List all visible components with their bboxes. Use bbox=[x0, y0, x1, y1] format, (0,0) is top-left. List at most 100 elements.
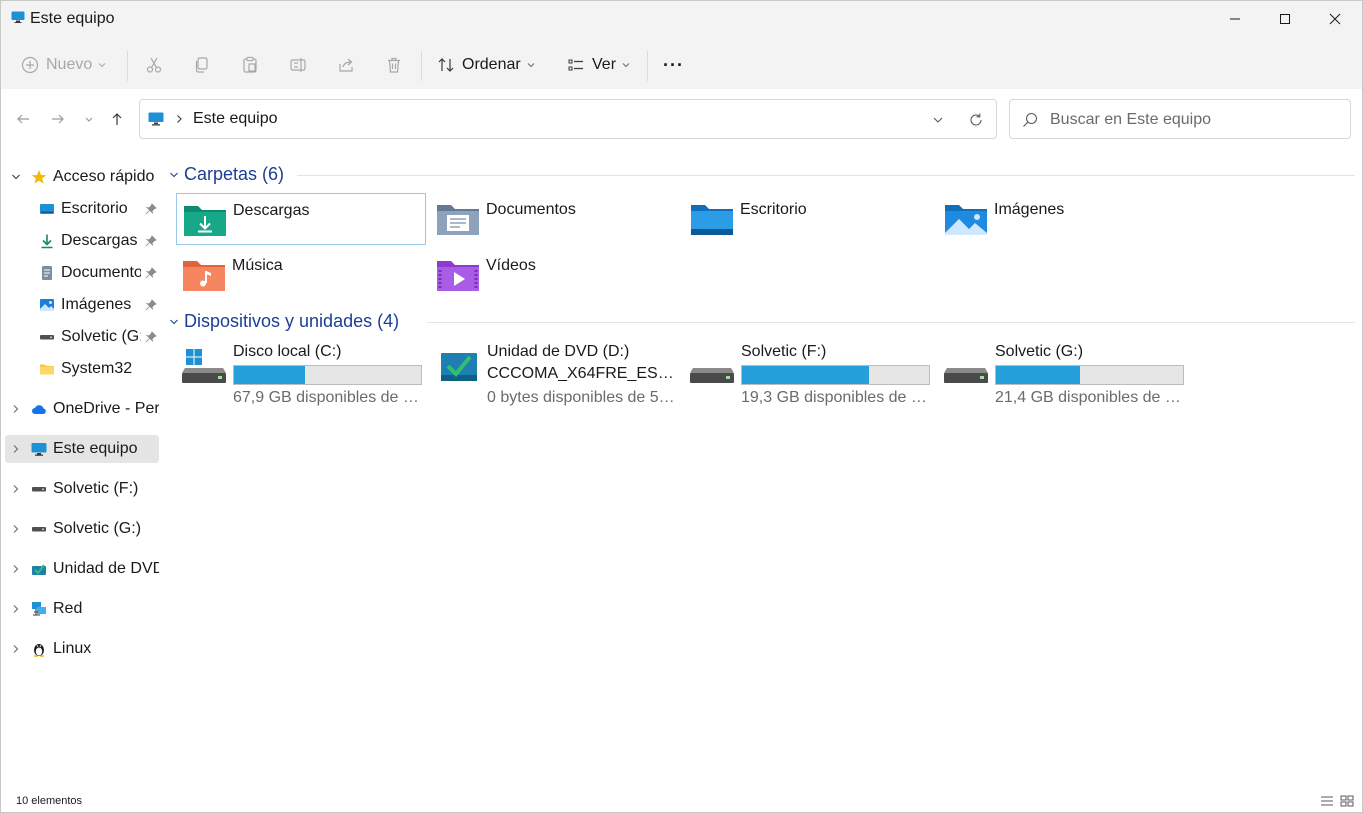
sidebar-item-desktop[interactable]: Escritorio bbox=[5, 195, 159, 223]
search-input[interactable] bbox=[1050, 108, 1340, 132]
content-pane: Carpetas (6) Descargas Documentos Escrit… bbox=[169, 149, 1359, 789]
plus-circle-icon bbox=[21, 56, 39, 74]
rename-button[interactable] bbox=[289, 47, 307, 83]
details-view-icon[interactable] bbox=[1320, 795, 1334, 807]
search-box[interactable] bbox=[1009, 99, 1351, 139]
sidebar-item-solvetic-g[interactable]: Solvetic (G:) bbox=[5, 515, 159, 543]
item-count: 10 elementos bbox=[16, 795, 83, 807]
copy-button[interactable] bbox=[193, 47, 211, 83]
sidebar-item-downloads[interactable]: Descargas bbox=[5, 227, 159, 255]
refresh-icon[interactable] bbox=[968, 112, 984, 128]
more-options-icon: ··· bbox=[663, 54, 684, 75]
pictures-icon bbox=[40, 299, 54, 311]
more-options-button[interactable]: ··· bbox=[663, 47, 684, 83]
sidebar-item-label: Solvetic (G:) bbox=[53, 520, 142, 537]
chevron-right-icon[interactable] bbox=[11, 404, 21, 414]
folder-tile-downloads[interactable]: Descargas bbox=[176, 193, 426, 245]
folder-tile-documents[interactable]: Documentos bbox=[430, 193, 680, 245]
forward-button[interactable] bbox=[48, 109, 68, 129]
chevron-right-icon[interactable] bbox=[11, 524, 21, 534]
maximize-button[interactable] bbox=[1260, 1, 1310, 37]
chevron-right-icon[interactable] bbox=[11, 484, 21, 494]
address-bar[interactable]: Este equipo bbox=[139, 99, 997, 139]
up-button[interactable] bbox=[107, 109, 127, 129]
tiles-view-icon[interactable] bbox=[1340, 795, 1354, 807]
recent-locations-button[interactable] bbox=[79, 109, 99, 129]
chevron-down-icon bbox=[170, 319, 178, 325]
chevron-down-icon bbox=[622, 63, 630, 68]
navigation-pane: Acceso rápido Escritorio Descargas Docum… bbox=[1, 149, 161, 789]
sidebar-item-label: Imágenes bbox=[61, 296, 132, 313]
folder-tile-music[interactable]: Música bbox=[176, 249, 426, 301]
chevron-down-icon bbox=[170, 172, 178, 178]
folders-group-header[interactable]: Carpetas (6) bbox=[169, 162, 1355, 188]
folder-tile-pictures[interactable]: Imágenes bbox=[938, 193, 1188, 245]
share-button[interactable] bbox=[337, 47, 355, 83]
close-icon bbox=[1329, 13, 1341, 25]
pictures-folder-icon bbox=[945, 205, 987, 235]
new-button[interactable]: Nuevo bbox=[21, 47, 106, 83]
download-icon bbox=[41, 234, 53, 249]
sidebar-item-label: Descargas bbox=[61, 232, 138, 249]
group-title: Dispositivos y unidades (4) bbox=[184, 311, 400, 331]
folder-tile-desktop[interactable]: Escritorio bbox=[684, 193, 934, 245]
chevron-right-icon[interactable] bbox=[11, 564, 21, 574]
cloud-icon bbox=[32, 405, 46, 414]
tile-label: Descargas bbox=[233, 202, 310, 219]
drive-tile-f[interactable]: Solvetic (F:) 19,3 GB disponibles de 63,… bbox=[685, 343, 935, 407]
sidebar-item-solvetic-f[interactable]: Solvetic (F:) bbox=[5, 475, 159, 503]
back-button[interactable] bbox=[13, 109, 33, 129]
drive-icon bbox=[32, 487, 46, 492]
sidebar-item-dvd-drive[interactable]: Unidad de DVD (D:) bbox=[5, 555, 159, 583]
sidebar-item-documents[interactable]: Documentos bbox=[5, 259, 159, 287]
chevron-right-icon[interactable] bbox=[11, 604, 21, 614]
windows-drive-icon bbox=[182, 349, 226, 383]
close-button[interactable] bbox=[1310, 1, 1360, 37]
chevron-down-icon bbox=[98, 63, 106, 68]
toolbar-separator bbox=[647, 51, 648, 81]
view-button[interactable]: Ver bbox=[567, 47, 630, 83]
drive-free-space: 21,4 GB disponibles de 31,5 GB bbox=[995, 389, 1185, 406]
chevron-down-icon[interactable] bbox=[932, 114, 944, 126]
drive-tile-c[interactable]: Disco local (C:) 67,9 GB disponibles de … bbox=[177, 343, 427, 407]
tile-label: Imágenes bbox=[994, 201, 1065, 218]
drive-free-space: 0 bytes disponibles de 5,14 GB bbox=[487, 389, 677, 406]
sidebar-item-quick-access[interactable]: Acceso rápido bbox=[5, 163, 159, 191]
new-label: Nuevo bbox=[46, 56, 93, 73]
paste-button[interactable] bbox=[241, 47, 259, 83]
breadcrumb-this-pc[interactable]: Este equipo bbox=[193, 110, 278, 128]
sidebar-item-label: Escritorio bbox=[61, 200, 128, 217]
cut-button[interactable] bbox=[145, 47, 163, 83]
sidebar-item-onedrive[interactable]: OneDrive - Personal bbox=[5, 395, 159, 423]
sidebar-item-label: Documentos bbox=[61, 264, 141, 281]
window-title: Este equipo bbox=[30, 10, 115, 27]
chevron-right-icon[interactable] bbox=[11, 644, 21, 654]
tile-label: Música bbox=[232, 257, 283, 274]
sidebar-item-this-pc[interactable]: Este equipo bbox=[5, 435, 159, 463]
star-icon bbox=[31, 170, 47, 184]
sidebar-item-linux[interactable]: Linux bbox=[5, 635, 159, 663]
drive-tile-d[interactable]: Unidad de DVD (D:) CCCOMA_X64FRE_ES-ES_D… bbox=[431, 343, 681, 407]
sidebar-item-label: Solvetic (F:) bbox=[53, 480, 139, 497]
pin-icon bbox=[145, 299, 157, 311]
group-divider bbox=[427, 322, 1355, 323]
chevron-right-icon bbox=[177, 115, 182, 123]
paste-icon bbox=[243, 56, 257, 73]
sidebar-item-system32[interactable]: System32 bbox=[5, 355, 159, 383]
sidebar-item-network[interactable]: Red bbox=[5, 595, 159, 623]
sidebar-item-pictures[interactable]: Imágenes bbox=[5, 291, 159, 319]
minimize-button[interactable] bbox=[1210, 1, 1260, 37]
sort-button[interactable]: Ordenar bbox=[437, 47, 535, 83]
folder-tile-videos[interactable]: Vídeos bbox=[430, 249, 680, 301]
sidebar-item-solvetic-g-pinned[interactable]: Solvetic (G:) bbox=[5, 323, 159, 351]
desktop-icon bbox=[40, 204, 54, 214]
chevron-right-icon[interactable] bbox=[11, 444, 21, 454]
chevron-down-icon[interactable] bbox=[11, 172, 21, 182]
sidebar-item-label: Acceso rápido bbox=[53, 168, 155, 185]
drives-group-header[interactable]: Dispositivos y unidades (4) bbox=[169, 309, 1355, 335]
drive-tile-g[interactable]: Solvetic (G:) 21,4 GB disponibles de 31,… bbox=[939, 343, 1189, 407]
tile-label: Documentos bbox=[486, 201, 576, 218]
delete-button[interactable] bbox=[385, 47, 403, 83]
drive-usage-fill bbox=[742, 366, 870, 384]
drive-label: Unidad de DVD (D:) bbox=[487, 343, 630, 360]
